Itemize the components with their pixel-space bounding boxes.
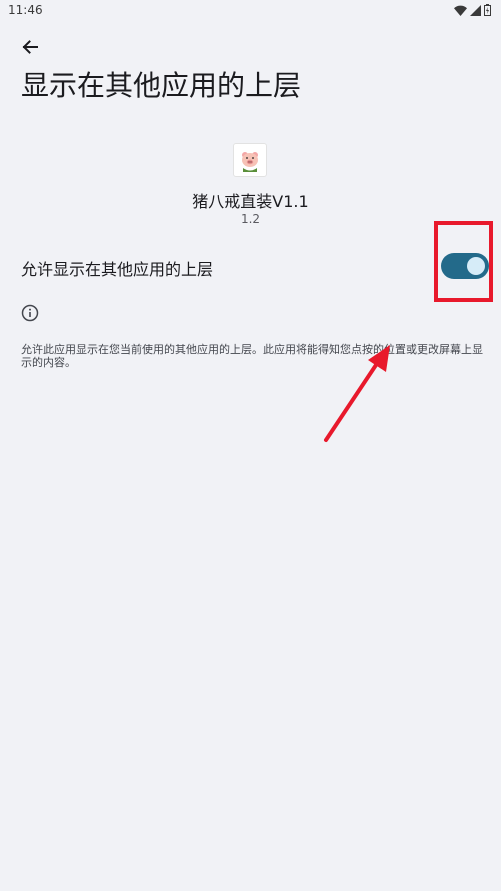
back-button[interactable] bbox=[16, 34, 44, 60]
signal-icon bbox=[470, 4, 481, 16]
wifi-icon bbox=[454, 5, 467, 16]
arrow-left-icon bbox=[22, 40, 38, 54]
page-title: 显示在其他应用的上层 bbox=[21, 69, 302, 102]
permission-toggle-row[interactable]: 允许显示在其他应用的上层 bbox=[0, 240, 501, 292]
app-version: 1.2 bbox=[240, 212, 261, 226]
info-icon bbox=[21, 304, 39, 322]
screen: 11:46 显示在其他应用的上层 猪八戒直装V1.1 1.2 允许显示在其他应用… bbox=[0, 0, 501, 891]
pig-icon bbox=[242, 152, 258, 172]
status-bar: 11:46 bbox=[0, 0, 501, 22]
app-name: 猪八戒直装V1.1 bbox=[192, 192, 309, 211]
permission-label: 允许显示在其他应用的上层 bbox=[21, 260, 214, 279]
status-time: 11:46 bbox=[8, 3, 43, 17]
toggle-thumb bbox=[467, 257, 485, 275]
overlay-permission-toggle[interactable] bbox=[441, 253, 489, 279]
app-icon bbox=[233, 143, 267, 177]
battery-icon bbox=[484, 4, 491, 16]
permission-description: 允许此应用显示在您当前使用的其他应用的上层。此应用将能得知您点按的位置或更改屏幕… bbox=[21, 343, 483, 369]
status-icons bbox=[454, 4, 491, 16]
annotation-arrow bbox=[324, 345, 390, 442]
